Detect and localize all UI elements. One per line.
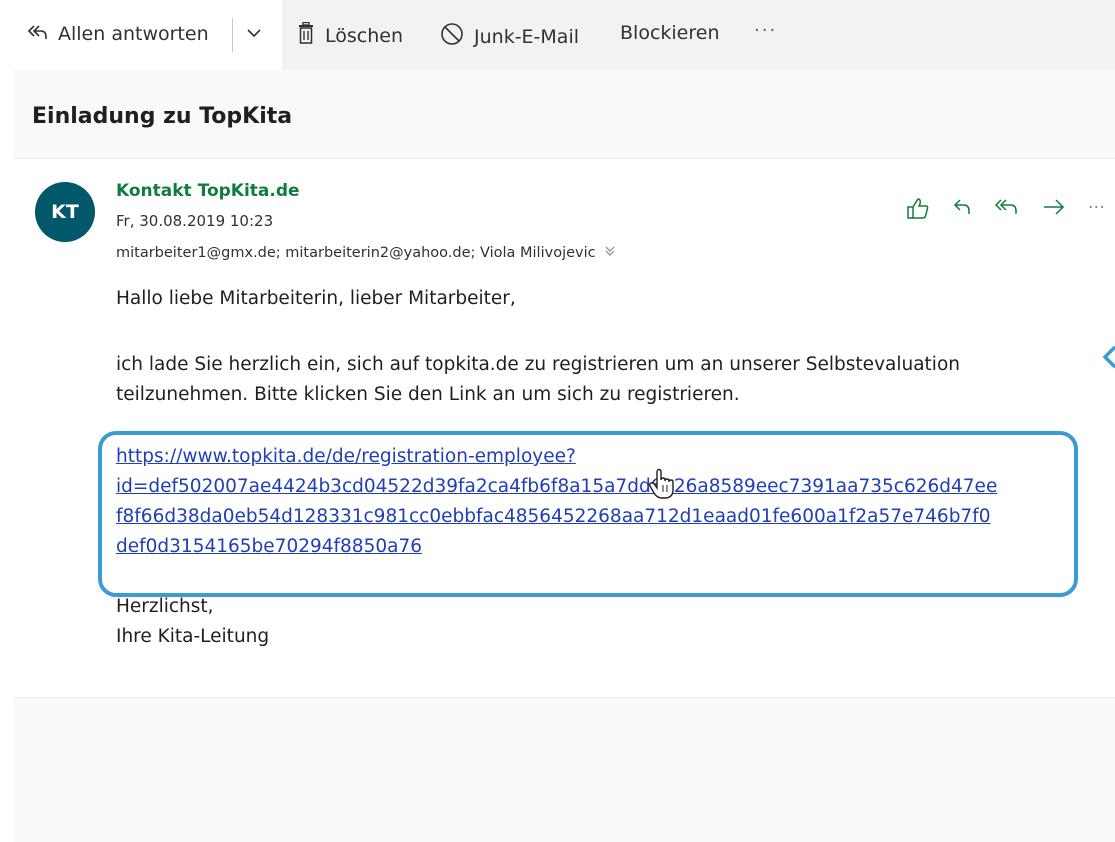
more-icon: ··· bbox=[1087, 197, 1105, 218]
reply-options-dropdown[interactable] bbox=[246, 22, 262, 44]
link-line: f8f66d38da0eb54d128331c981cc0ebbfac48564… bbox=[116, 506, 991, 527]
like-button[interactable] bbox=[906, 197, 930, 225]
sender-name[interactable]: Kontakt TopKita.de bbox=[116, 181, 300, 201]
body-paragraph: ich lade Sie herzlich ein, sich auf topk… bbox=[116, 354, 960, 405]
reply-icon bbox=[953, 199, 970, 214]
delete-button[interactable]: Löschen bbox=[297, 21, 403, 49]
message-card: KT Kontakt TopKita.de Fr, 30.08.2019 10:… bbox=[14, 158, 1115, 698]
signature-line: Ihre Kita-Leitung bbox=[116, 626, 270, 647]
thumbs-up-icon bbox=[907, 198, 929, 219]
registration-link[interactable]: https://www.topkita.de/de/registration-e… bbox=[116, 442, 1086, 562]
trash-icon bbox=[297, 21, 315, 49]
reply-all-action-button[interactable] bbox=[994, 197, 1020, 225]
junk-button[interactable]: Junk-E-Mail bbox=[440, 22, 579, 51]
arrow-pointer-icon bbox=[1102, 346, 1115, 368]
avatar[interactable]: KT bbox=[35, 182, 95, 242]
link-line: https://www.topkita.de/de/registration-e… bbox=[116, 446, 576, 467]
toolbar-divider bbox=[232, 18, 233, 52]
reply-all-icon bbox=[26, 22, 48, 46]
recipients-text: mitarbeiter1@gmx.de; mitarbeiterin2@yaho… bbox=[116, 245, 596, 261]
delete-label: Löschen bbox=[325, 24, 403, 47]
command-toolbar: Allen antworten Löschen Junk-E-Mail Bloc… bbox=[14, 0, 1115, 70]
message-subject: Einladung zu TopKita bbox=[32, 104, 293, 129]
more-icon: ··· bbox=[754, 20, 778, 41]
recipients-line[interactable]: mitarbeiter1@gmx.de; mitarbeiterin2@yaho… bbox=[116, 245, 616, 261]
more-actions-button[interactable]: ··· bbox=[1088, 197, 1105, 225]
forward-button[interactable] bbox=[1042, 197, 1066, 225]
block-button[interactable]: Blockieren bbox=[620, 22, 719, 44]
more-commands-button[interactable]: ··· bbox=[754, 20, 777, 41]
block-label: Blockieren bbox=[620, 22, 720, 44]
hand-cursor-icon bbox=[648, 468, 674, 499]
reply-button[interactable] bbox=[952, 197, 972, 225]
closing-block: Herzlichst, Ihre Kita-Leitung bbox=[116, 592, 269, 652]
reply-all-label: Allen antworten bbox=[58, 23, 209, 45]
link-line: def0d3154165be70294f8850a76 bbox=[116, 536, 422, 557]
forward-icon bbox=[1043, 199, 1064, 215]
reply-all-button[interactable]: Allen antworten bbox=[26, 22, 209, 46]
greeting-text: Hallo liebe Mitarbeiterin, lieber Mitarb… bbox=[116, 288, 516, 309]
reply-all-icon bbox=[994, 199, 1017, 214]
expand-recipients-icon[interactable] bbox=[604, 246, 616, 260]
avatar-initials: KT bbox=[51, 201, 79, 223]
link-line: id=def502007ae4424b3cd04522d39fa2ca4fb6f… bbox=[116, 476, 998, 497]
mail-reading-pane: Allen antworten Löschen Junk-E-Mail Bloc… bbox=[14, 0, 1115, 842]
message-date: Fr, 30.08.2019 10:23 bbox=[116, 212, 274, 230]
reply-all-group: Allen antworten bbox=[14, 0, 282, 70]
block-circle-icon bbox=[440, 22, 464, 51]
closing-line: Herzlichst, bbox=[116, 596, 214, 617]
junk-label: Junk-E-Mail bbox=[474, 25, 580, 48]
screen: Allen antworten Löschen Junk-E-Mail Bloc… bbox=[0, 0, 1115, 842]
message-actions: ··· bbox=[906, 197, 1105, 225]
chevron-down-icon bbox=[246, 22, 262, 44]
